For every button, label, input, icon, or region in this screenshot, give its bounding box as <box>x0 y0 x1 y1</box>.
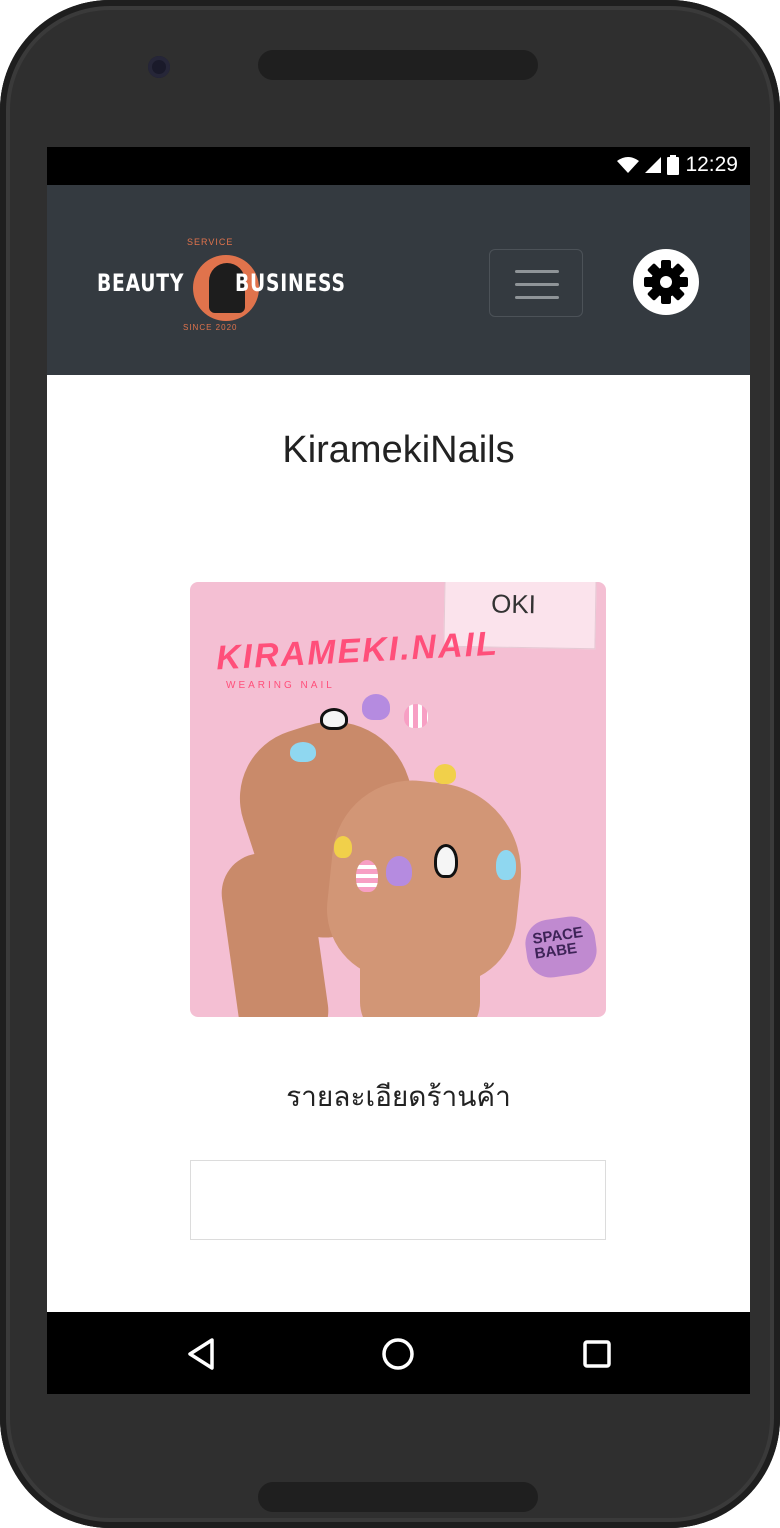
brand-logo[interactable]: SERVICE BEAUTY BUSINESS SINCE 2020 <box>97 237 357 333</box>
nail-blue-2 <box>496 850 516 880</box>
app-screen: 12:29 SERVICE BEAUTY BUSINESS SINCE 2020 <box>47 147 750 1394</box>
back-triangle-icon[interactable] <box>182 1334 222 1374</box>
bottom-speaker <box>258 1482 538 1512</box>
nail-stripe-2 <box>356 860 378 892</box>
nail-checker-2 <box>434 844 458 878</box>
wifi-icon <box>617 157 640 173</box>
nail-stripe <box>404 704 428 728</box>
signal-icon <box>645 157 662 173</box>
top-navbar: SERVICE BEAUTY BUSINESS SINCE 2020 <box>47 185 750 375</box>
earpiece-speaker <box>258 50 538 80</box>
gear-icon[interactable] <box>631 247 701 317</box>
logo-since-text: SINCE 2020 <box>183 323 238 332</box>
right-arm <box>360 922 480 1017</box>
nail-checker <box>320 708 348 730</box>
nail-yellow <box>434 764 456 784</box>
logo-service-text: SERVICE <box>187 237 234 247</box>
photo-sub-text: WEARING NAIL <box>226 680 335 691</box>
battery-icon <box>667 155 680 175</box>
section-title-shop-details: รายละเอียดร้านค้า <box>286 1080 511 1113</box>
logo-beauty-text: BEAUTY <box>97 269 185 297</box>
photo-sticker: SPACE BABE <box>522 913 600 981</box>
logo-business-text: BUSINESS <box>235 269 346 297</box>
nail-blue <box>290 742 316 762</box>
home-circle-icon[interactable] <box>378 1334 418 1374</box>
shop-title: KiramekiNails <box>282 429 515 471</box>
front-camera <box>148 56 170 78</box>
system-nav-bar <box>47 1312 750 1394</box>
photo-sign-text: KIRAMEKI.NAIL <box>215 624 500 678</box>
phone-frame: 12:29 SERVICE BEAUTY BUSINESS SINCE 2020 <box>0 0 780 1528</box>
nail-purple <box>362 694 390 720</box>
recents-square-icon[interactable] <box>577 1334 617 1374</box>
status-bar: 12:29 <box>47 147 750 185</box>
nail-purple-2 <box>386 856 412 886</box>
status-time: 12:29 <box>685 153 738 176</box>
nail-yellow-2 <box>334 836 352 858</box>
shop-description-box[interactable] <box>190 1160 606 1240</box>
shop-photo: OKI KIRAMEKI.NAIL WEARING NAIL SPACE BAB… <box>190 582 606 1017</box>
hamburger-menu-button[interactable] <box>489 249 583 317</box>
